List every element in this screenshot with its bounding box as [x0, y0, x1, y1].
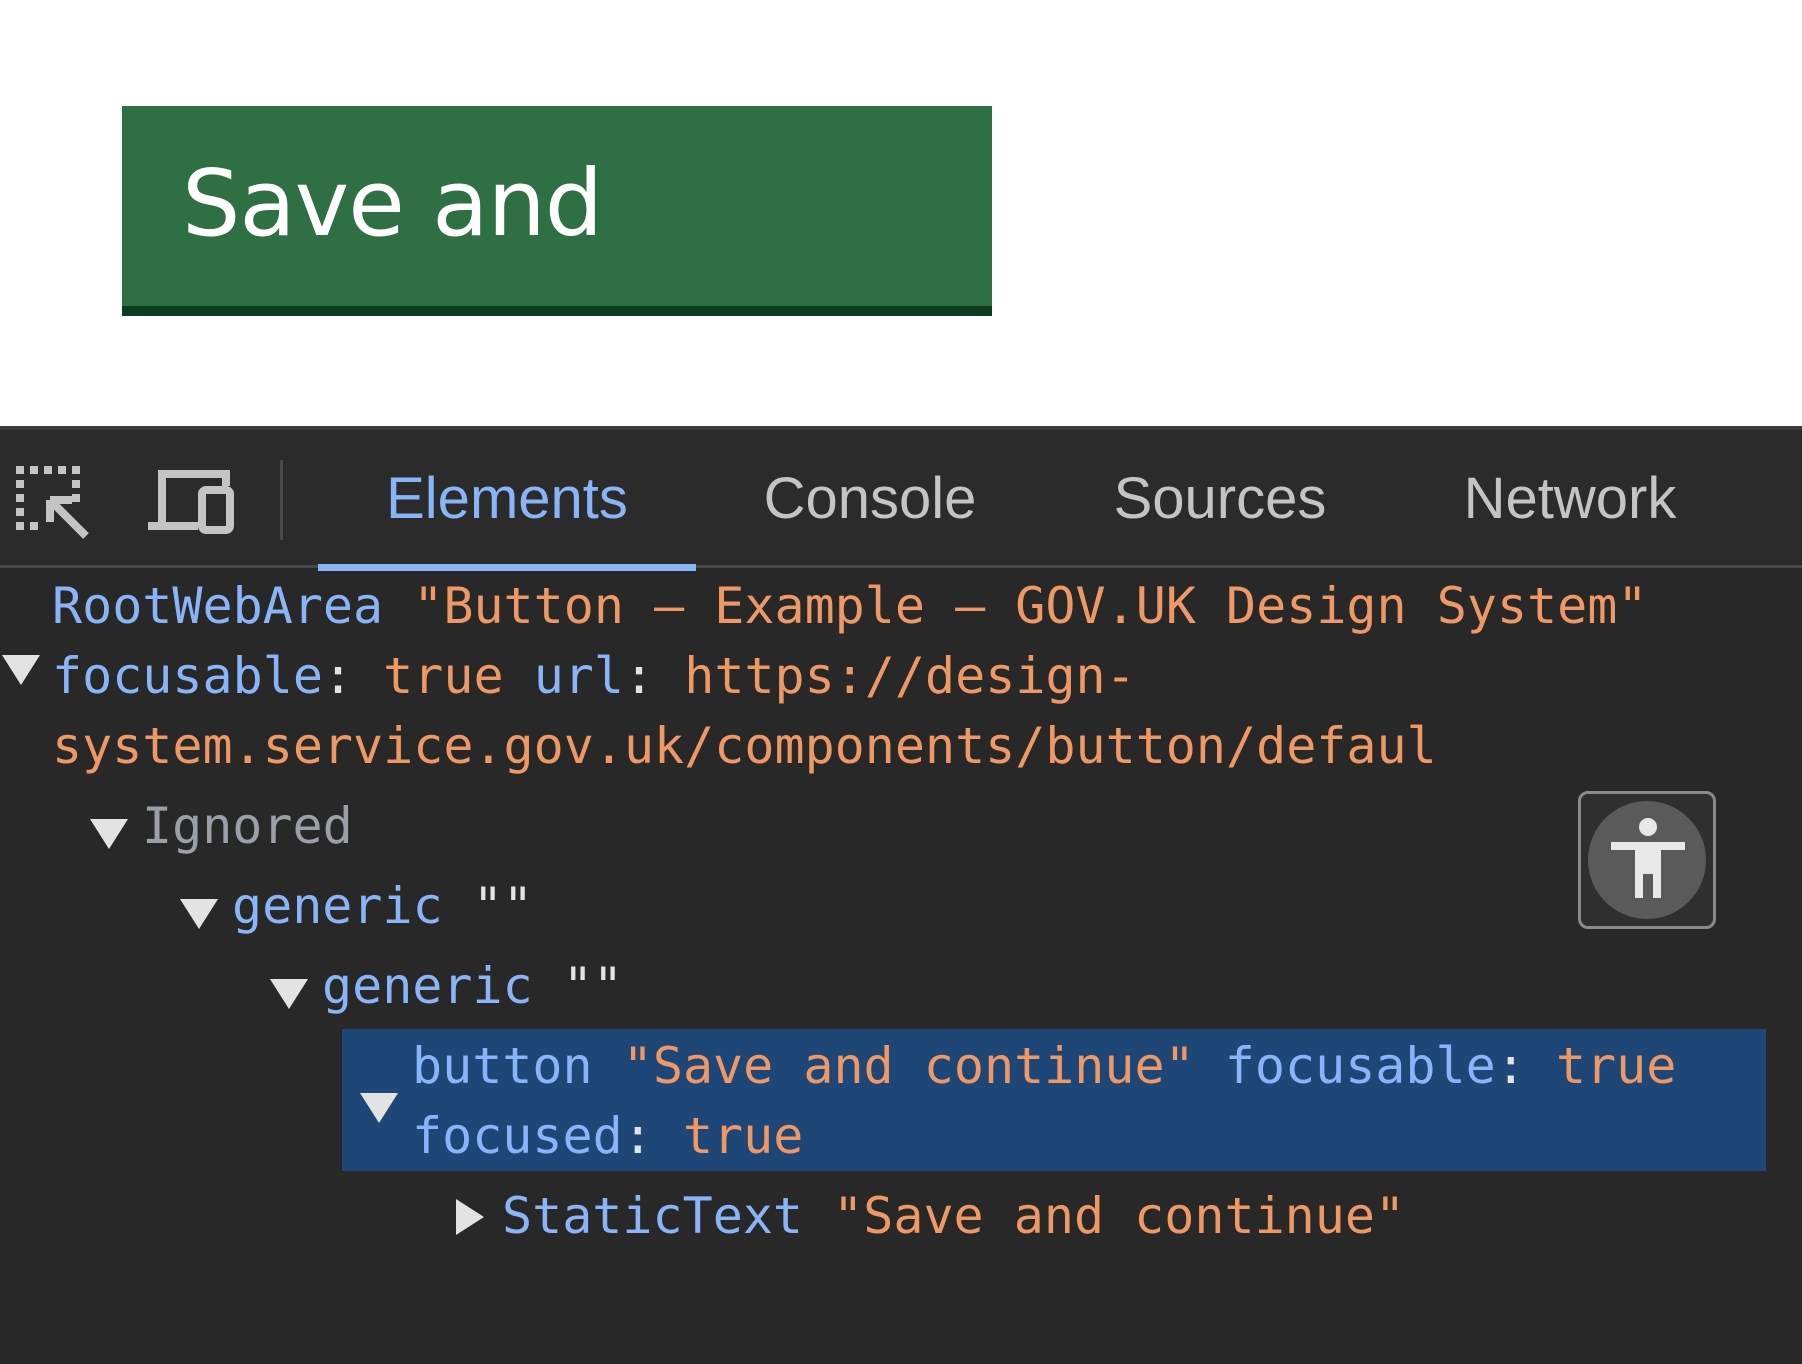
prop-value: true	[1555, 1037, 1677, 1095]
prop-key: focusable	[1224, 1037, 1496, 1095]
prop-value: system.service.gov.uk/components/button/…	[52, 717, 1437, 775]
node-role: StaticText	[502, 1187, 804, 1245]
tree-node-generic[interactable]: generic ""	[322, 951, 623, 1021]
tree-node-ignored[interactable]: Ignored	[142, 791, 353, 861]
devtools-panel: Elements Console Sources Network RootWeb…	[0, 426, 1802, 1364]
prop-key: focusable	[52, 647, 323, 705]
tab-console[interactable]: Console	[740, 430, 1000, 568]
expand-arrow-icon[interactable]	[456, 1199, 484, 1235]
expand-arrow-icon[interactable]	[180, 899, 218, 929]
tree-node-root-url: system.service.gov.uk/components/button/…	[52, 711, 1437, 781]
node-role: generic	[322, 957, 533, 1015]
prop-value: https://design-	[684, 647, 1136, 705]
node-role: Ignored	[142, 797, 353, 855]
tree-node-button[interactable]: button "Save and continue" focusable: tr…	[412, 1031, 1676, 1101]
tree-node-button-props: focused: true	[412, 1107, 804, 1165]
device-toolbar-icon[interactable]	[148, 464, 234, 540]
tab-sources[interactable]: Sources	[1090, 430, 1350, 568]
node-name: "Save and continue"	[833, 1187, 1406, 1245]
node-role: button	[412, 1037, 593, 1095]
tree-node-statictext[interactable]: StaticText "Save and continue"	[502, 1181, 1405, 1251]
tab-elements[interactable]: Elements	[318, 430, 696, 571]
prop-value: true	[682, 1107, 804, 1165]
expand-arrow-icon[interactable]	[360, 1093, 398, 1123]
devtools-toolbar: Elements Console Sources Network	[0, 430, 1802, 571]
node-name: "Button – Example – GOV.UK Design System…	[413, 577, 1648, 635]
node-name: ""	[472, 877, 534, 935]
prop-key: url	[533, 647, 624, 705]
expand-arrow-icon[interactable]	[90, 819, 128, 849]
node-role: RootWebArea	[52, 577, 384, 635]
expand-arrow-icon[interactable]	[2, 655, 40, 685]
node-name: "Save and continue"	[622, 1037, 1195, 1095]
accessibility-tree-toggle-button[interactable]	[1578, 791, 1716, 929]
expand-arrow-icon[interactable]	[270, 979, 308, 1009]
prop-key: focused	[412, 1107, 623, 1165]
accessibility-person-icon	[1611, 818, 1685, 898]
save-and-continue-button[interactable]: Save and continue	[122, 106, 992, 453]
prop-value: true	[383, 647, 504, 705]
node-name: ""	[562, 957, 624, 1015]
accessibility-tree: RootWebArea "Button – Example – GOV.UK D…	[0, 571, 1802, 1364]
toolbar-divider	[280, 460, 283, 540]
tree-node-root[interactable]: RootWebArea "Button – Example – GOV.UK D…	[52, 571, 1647, 641]
node-role: generic	[232, 877, 443, 935]
tree-node-generic[interactable]: generic ""	[232, 871, 533, 941]
tree-node-root-props: focusable: true url: https://design-	[52, 647, 1136, 705]
tab-network[interactable]: Network	[1440, 430, 1700, 568]
inspect-element-icon[interactable]	[14, 464, 90, 540]
page-area: Save and continue	[0, 0, 1802, 453]
